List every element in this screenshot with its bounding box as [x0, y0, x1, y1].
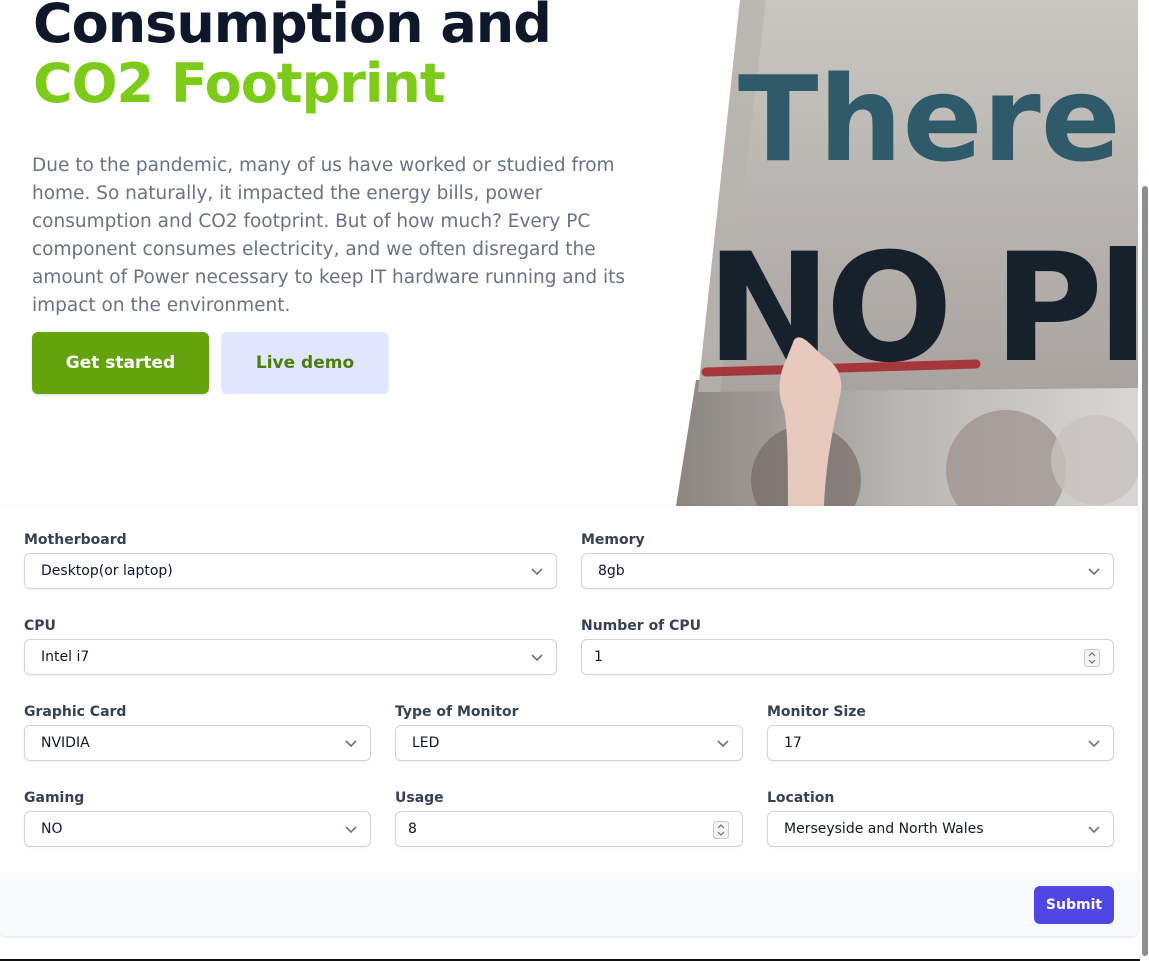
type-of-monitor-label: Type of Monitor	[395, 704, 519, 720]
usage-field: Usage 8	[395, 790, 743, 850]
location-label: Location	[767, 790, 835, 806]
number-of-cpu-label: Number of CPU	[581, 618, 702, 634]
location-value: Merseyside and North Wales	[784, 821, 984, 837]
memory-value: 8gb	[598, 563, 625, 579]
chevron-down-icon	[717, 740, 729, 748]
usage-input[interactable]: 8	[395, 811, 743, 847]
submit-button[interactable]: Submit	[1034, 886, 1114, 924]
cpu-select[interactable]: Intel i7	[24, 639, 557, 675]
motherboard-label: Motherboard	[24, 532, 127, 548]
chevron-down-icon	[1088, 568, 1100, 576]
memory-select[interactable]: 8gb	[581, 553, 1114, 589]
monitor-size-field: Monitor Size 17	[767, 704, 1114, 764]
cpu-field: CPU Intel i7	[24, 618, 557, 678]
graphic-card-select[interactable]: NVIDIA	[24, 725, 371, 761]
gaming-value: NO	[41, 821, 63, 837]
calculator-form: Motherboard Desktop(or laptop) Memory 8g…	[0, 506, 1138, 936]
gaming-label: Gaming	[24, 790, 85, 806]
number-of-cpu-value: 1	[594, 649, 603, 665]
graphic-card-label: Graphic Card	[24, 704, 127, 720]
usage-value: 8	[408, 821, 417, 837]
cpu-value: Intel i7	[41, 649, 90, 665]
form-footer: Submit	[0, 874, 1138, 936]
stepper-arrows-icon	[717, 824, 725, 836]
live-demo-button[interactable]: Live demo	[221, 332, 389, 394]
motherboard-value: Desktop(or laptop)	[41, 563, 173, 579]
motherboard-select[interactable]: Desktop(or laptop)	[24, 553, 557, 589]
monitor-size-select[interactable]: 17	[767, 725, 1114, 761]
usage-label: Usage	[395, 790, 444, 806]
type-of-monitor-field: Type of Monitor LED	[395, 704, 743, 764]
sign-text-line1: There is	[738, 50, 1138, 188]
gaming-select[interactable]: NO	[24, 811, 371, 847]
location-select[interactable]: Merseyside and North Wales	[767, 811, 1114, 847]
number-of-cpu-input[interactable]: 1	[581, 639, 1114, 675]
chevron-down-icon	[1088, 826, 1100, 834]
get-started-button[interactable]: Get started	[32, 332, 209, 394]
type-of-monitor-value: LED	[412, 735, 440, 751]
chevron-down-icon	[531, 654, 543, 662]
stepper-arrows-icon	[1088, 652, 1096, 664]
monitor-size-value: 17	[784, 735, 802, 751]
gaming-field: Gaming NO	[24, 790, 371, 850]
number-of-cpu-field: Number of CPU 1	[581, 618, 1114, 678]
hero-title-line2: CO2 Footprint	[33, 52, 446, 115]
number-stepper[interactable]	[713, 821, 729, 839]
location-field: Location Merseyside and North Wales	[767, 790, 1114, 850]
number-stepper[interactable]	[1084, 649, 1100, 667]
memory-field: Memory 8gb	[581, 532, 1114, 592]
protest-photo: There is NO PlanetB	[676, 0, 1138, 506]
hero-section: Consumption and CO2 Footprint Due to the…	[0, 0, 1140, 506]
hero-title-line1: Consumption and	[33, 0, 552, 55]
graphic-card-field: Graphic Card NVIDIA	[24, 704, 371, 764]
memory-label: Memory	[581, 532, 645, 548]
motherboard-field: Motherboard Desktop(or laptop)	[24, 532, 557, 592]
cpu-label: CPU	[24, 618, 56, 634]
type-of-monitor-select[interactable]: LED	[395, 725, 743, 761]
graphic-card-value: NVIDIA	[41, 735, 90, 751]
monitor-size-label: Monitor Size	[767, 704, 866, 720]
chevron-down-icon	[345, 740, 357, 748]
scrollbar-thumb[interactable]	[1142, 186, 1148, 956]
chevron-down-icon	[531, 568, 543, 576]
hero-description: Due to the pandemic, many of us have wor…	[32, 154, 626, 316]
chevron-down-icon	[1088, 740, 1100, 748]
chevron-down-icon	[345, 826, 357, 834]
